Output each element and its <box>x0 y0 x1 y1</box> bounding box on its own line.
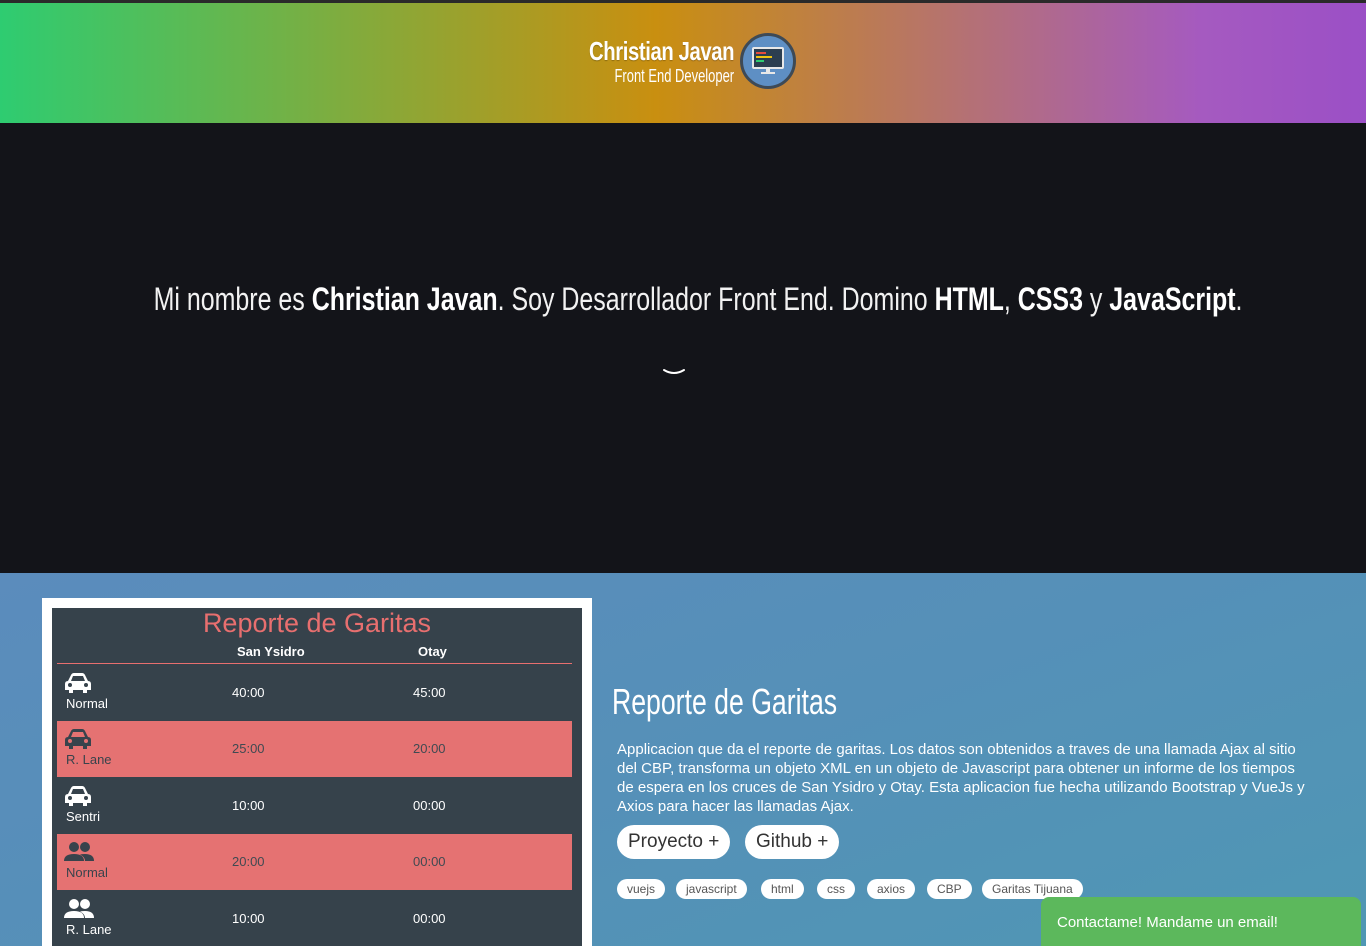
screenshot-row-san-ysidro: 10:00 <box>232 798 265 813</box>
screenshot-row: R. Lane 25:00 20:00 <box>57 721 572 777</box>
hero-name: Christian Javan <box>311 281 498 317</box>
screenshot-row: R. Lane 10:00 00:00 <box>57 891 572 946</box>
screenshot-col-otay: Otay <box>418 644 447 659</box>
tag-garitas-tijuana: Garitas Tijuana <box>982 879 1083 899</box>
github-button[interactable]: Github + <box>745 825 840 859</box>
screenshot-row-label: R. Lane <box>66 922 112 937</box>
hero-skill-javascript: JavaScript <box>1109 281 1236 317</box>
screenshot-app: Reporte de Garitas San Ysidro Otay Norma… <box>52 608 582 946</box>
screenshot-row: Normal 20:00 00:00 <box>57 834 572 890</box>
hero-intro: Mi nombre es Christian Javan. Soy Desarr… <box>0 281 1366 318</box>
screenshot-title: Reporte de Garitas <box>202 608 432 638</box>
site-header: Christian Javan Front End Developer <box>0 0 1366 123</box>
people-icon <box>63 841 94 863</box>
tag-javascript: javascript <box>676 879 747 899</box>
screenshot-row-otay: 45:00 <box>413 685 446 700</box>
tag-css: css <box>817 879 855 899</box>
project-screenshot[interactable]: Reporte de Garitas San Ysidro Otay Norma… <box>42 598 592 946</box>
screenshot-divider <box>57 663 572 664</box>
screenshot-row: Normal 40:00 45:00 <box>57 665 572 721</box>
screenshot-row-san-ysidro: 10:00 <box>232 911 265 926</box>
chevron-down-icon[interactable] <box>662 365 686 377</box>
hero-end: . <box>1235 281 1243 317</box>
project-section: Reporte de Garitas San Ysidro Otay Norma… <box>0 573 1366 946</box>
brand-name: Christian Javan <box>588 36 735 66</box>
contact-button[interactable]: Contactame! Mandame un email! <box>1041 897 1361 946</box>
hero-text-part1: Mi nombre es <box>153 281 312 317</box>
people-icon <box>63 898 94 920</box>
hero-sep1: , <box>1003 281 1018 317</box>
project-description: Applicacion que da el reporte de garitas… <box>617 741 1305 815</box>
screenshot-row-label: Normal <box>66 865 108 880</box>
tag-vuejs: vuejs <box>617 879 666 899</box>
screenshot-row-label: R. Lane <box>66 752 112 767</box>
car-icon <box>63 785 93 807</box>
car-icon <box>63 728 93 750</box>
monitor-code-icon <box>740 33 796 89</box>
brand[interactable]: Christian Javan Front End Developer <box>588 33 798 93</box>
hero-text-part2: . Soy Desarrollador Front End. Domino <box>497 281 935 317</box>
proyecto-button[interactable]: Proyecto + <box>617 825 731 859</box>
screenshot-col-san-ysidro: San Ysidro <box>237 644 305 659</box>
screenshot-row-san-ysidro: 20:00 <box>232 854 265 869</box>
screenshot-row: Sentri 10:00 00:00 <box>57 778 572 834</box>
screenshot-row-otay: 00:00 <box>413 911 446 926</box>
tag-cbp: CBP <box>927 879 972 899</box>
screenshot-row-otay: 20:00 <box>413 741 446 756</box>
hero-sep2: y <box>1082 281 1110 317</box>
screenshot-row-label: Sentri <box>66 809 100 824</box>
screenshot-row-label: Normal <box>66 696 108 711</box>
brand-role: Front End Developer <box>614 66 734 86</box>
hero-skill-css3: CSS3 <box>1017 281 1083 317</box>
tag-axios: axios <box>867 879 916 899</box>
hero-section: Mi nombre es Christian Javan. Soy Desarr… <box>0 123 1366 573</box>
screenshot-row-otay: 00:00 <box>413 798 446 813</box>
tag-html: html <box>761 879 804 899</box>
project-title: Reporte de Garitas <box>612 681 838 722</box>
screenshot-row-san-ysidro: 25:00 <box>232 741 265 756</box>
screenshot-row-san-ysidro: 40:00 <box>232 685 265 700</box>
car-icon <box>63 672 93 694</box>
screenshot-row-otay: 00:00 <box>413 854 446 869</box>
hero-skill-html: HTML <box>934 281 1004 317</box>
